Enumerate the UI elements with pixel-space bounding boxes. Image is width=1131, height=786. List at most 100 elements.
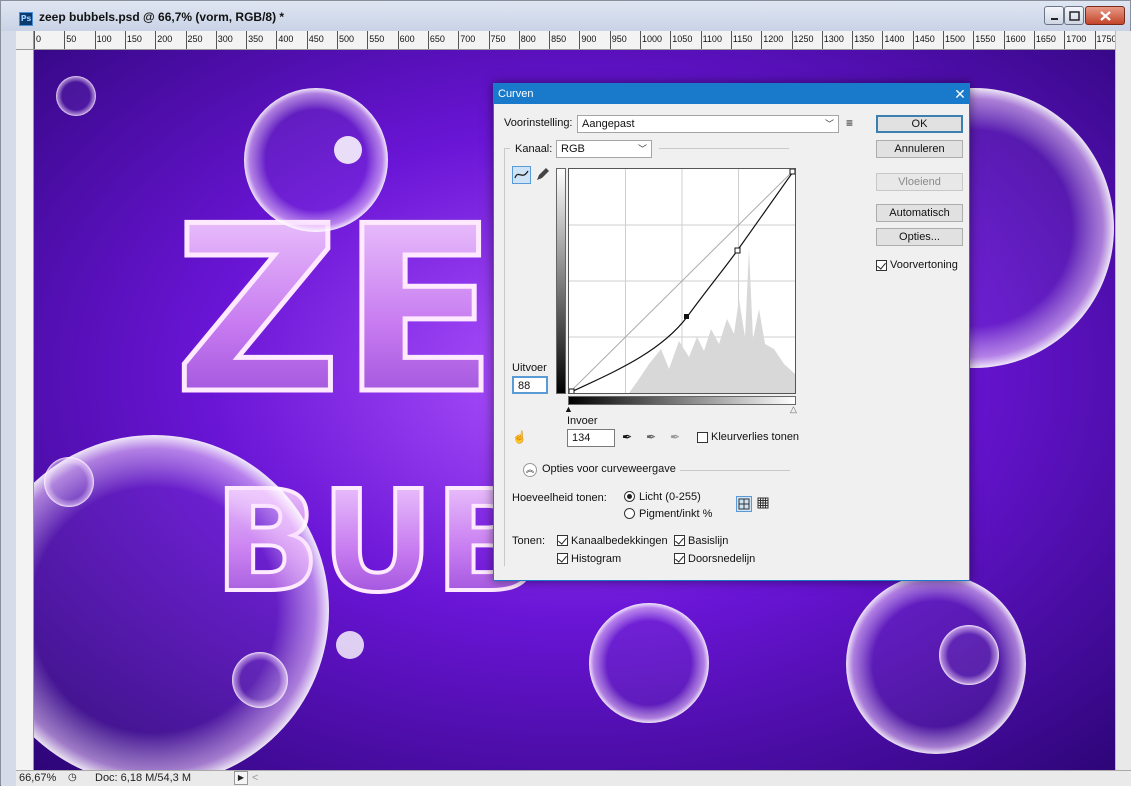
ruler-tick-label: 250 [187, 34, 203, 44]
curve-point[interactable] [734, 247, 741, 254]
preview-checkbox[interactable] [876, 260, 887, 271]
status-menu-arrow-icon[interactable]: ▶ [234, 771, 248, 785]
vertical-scrollbar[interactable] [1115, 31, 1131, 770]
clipping-label: Kleurverlies tonen [711, 431, 800, 443]
input-label: Invoer [567, 415, 598, 427]
status-bar: 66,67% ◷ Doc: 6,18 M/54,3 M ▶ < [16, 770, 1131, 786]
light-label: Licht (0-255) [639, 491, 701, 503]
ruler-tick [730, 31, 732, 49]
minimize-button[interactable] [1044, 6, 1064, 25]
pencil-icon [537, 168, 549, 180]
group-border-top-left [504, 148, 510, 149]
document-title: zeep bubbels.psd @ 66,7% (vorm, RGB/8) * [39, 10, 285, 24]
chevron-down-icon: ﹀ [637, 144, 647, 154]
chevron-down-icon: ﹀ [824, 119, 834, 129]
channel-select[interactable]: RGB ﹀ [556, 140, 652, 158]
pencil-tool[interactable] [534, 166, 553, 184]
curve-point-tool[interactable] [512, 166, 531, 184]
output-gradient-bar [556, 168, 566, 394]
curve-tool-icon [514, 170, 529, 179]
ruler-tick [276, 31, 278, 49]
ruler-tick-label: 1150 [732, 34, 753, 44]
curve-options-label[interactable]: Opties voor curveweergave [542, 463, 676, 475]
input-gradient-bar [568, 396, 796, 405]
ruler-tick [882, 31, 884, 49]
options-divider [680, 470, 790, 471]
preset-select[interactable]: Aangepast ﹀ [577, 115, 839, 133]
ruler-tick-label: 1500 [945, 34, 966, 44]
ruler-tick [367, 31, 369, 49]
dialog-close-icon[interactable]: ✕ [951, 84, 969, 104]
channel-overlays-checkbox[interactable] [557, 535, 568, 546]
scroll-left-arrow-icon[interactable]: < [252, 772, 258, 784]
ruler-tick [609, 31, 611, 49]
group-border-left [504, 148, 505, 566]
hand-adjust-icon[interactable]: ☝ [512, 430, 527, 444]
curve-point-active[interactable] [684, 314, 689, 319]
ruler-tick-label: 1700 [1066, 34, 1087, 44]
light-radio[interactable] [624, 491, 635, 502]
white-point-slider-icon[interactable]: △ [790, 404, 797, 415]
ruler-tick [215, 31, 217, 49]
channel-label: Kanaal: [515, 143, 553, 155]
ruler-tick [94, 31, 96, 49]
histogram-checkbox[interactable] [557, 553, 568, 564]
channel-overlays-label: Kanaalbedekkingen [571, 535, 668, 547]
ruler-tick-label: 1200 [763, 34, 784, 44]
intersection-checkbox[interactable] [674, 553, 685, 564]
channel-value: RGB [561, 143, 585, 155]
title-bar: Ps zeep bubbels.psd @ 66,7% (vorm, RGB/8… [1, 1, 1130, 31]
curve-point-white[interactable] [789, 168, 796, 175]
black-eyedropper-icon[interactable]: ✒ [622, 430, 632, 444]
ruler-tick-label: 950 [611, 34, 627, 44]
detailed-grid-icon[interactable] [756, 496, 772, 512]
doc-size: Doc: 6,18 M/54,3 M [95, 772, 191, 784]
show-label: Tonen: [512, 535, 546, 547]
zoom-level[interactable]: 66,67% [19, 772, 56, 784]
ruler-tick-label: 1300 [823, 34, 844, 44]
ruler-tick [1094, 31, 1096, 49]
ruler-tick [670, 31, 672, 49]
output-label: Uitvoer [512, 362, 547, 374]
photoshop-window: Ps zeep bubbels.psd @ 66,7% (vorm, RGB/8… [0, 0, 1131, 786]
ruler-tick [458, 31, 460, 49]
curve-point-black[interactable] [568, 388, 575, 395]
smooth-button: Vloeiend [876, 173, 963, 191]
ruler-tick-label: 650 [429, 34, 445, 44]
pigment-radio[interactable] [624, 508, 635, 519]
ruler-tick-label: 800 [520, 34, 536, 44]
ruler-tick-label: 500 [339, 34, 355, 44]
dialog-title: Curven [494, 84, 969, 104]
vertical-ruler[interactable] [16, 50, 34, 770]
histogram [629, 249, 795, 393]
ruler-tick [1003, 31, 1005, 49]
ruler-tick [973, 31, 975, 49]
ruler-tick-label: 1450 [914, 34, 935, 44]
close-button[interactable] [1085, 6, 1125, 25]
gray-eyedropper-icon[interactable]: ✒ [646, 430, 656, 444]
baseline-checkbox[interactable] [674, 535, 685, 546]
ruler-tick-label: 1000 [642, 34, 663, 44]
collapse-chevron-icon[interactable]: ︽ [523, 463, 537, 477]
clipping-checkbox[interactable] [697, 432, 708, 443]
ruler-origin[interactable] [16, 31, 34, 50]
black-point-slider-icon[interactable]: ▲ [564, 404, 573, 414]
output-field[interactable]: 88 [512, 376, 548, 394]
curve-graph[interactable] [568, 168, 796, 395]
ruler-tick [246, 31, 248, 49]
maximize-button[interactable] [1064, 6, 1084, 25]
options-button[interactable]: Opties... [876, 228, 963, 246]
curve-svg [568, 168, 796, 395]
ruler-tick [549, 31, 551, 49]
cancel-button[interactable]: Annuleren [876, 140, 963, 158]
white-eyedropper-icon[interactable]: ✒ [670, 430, 680, 444]
simple-grid-icon[interactable] [736, 496, 752, 512]
preset-options-icon[interactable]: ≡ [846, 116, 853, 130]
ruler-tick-label: 150 [126, 34, 142, 44]
auto-button[interactable]: Automatisch [876, 204, 963, 222]
input-field[interactable]: 134 [567, 429, 615, 447]
amount-label: Hoeveelheid tonen: [512, 492, 607, 504]
horizontal-ruler[interactable]: 0 50 100 150 200 250 300 350 400 450 500 550 600 650 7… [34, 31, 1115, 50]
ok-button[interactable]: OK [876, 115, 963, 133]
ruler-tick [306, 31, 308, 49]
